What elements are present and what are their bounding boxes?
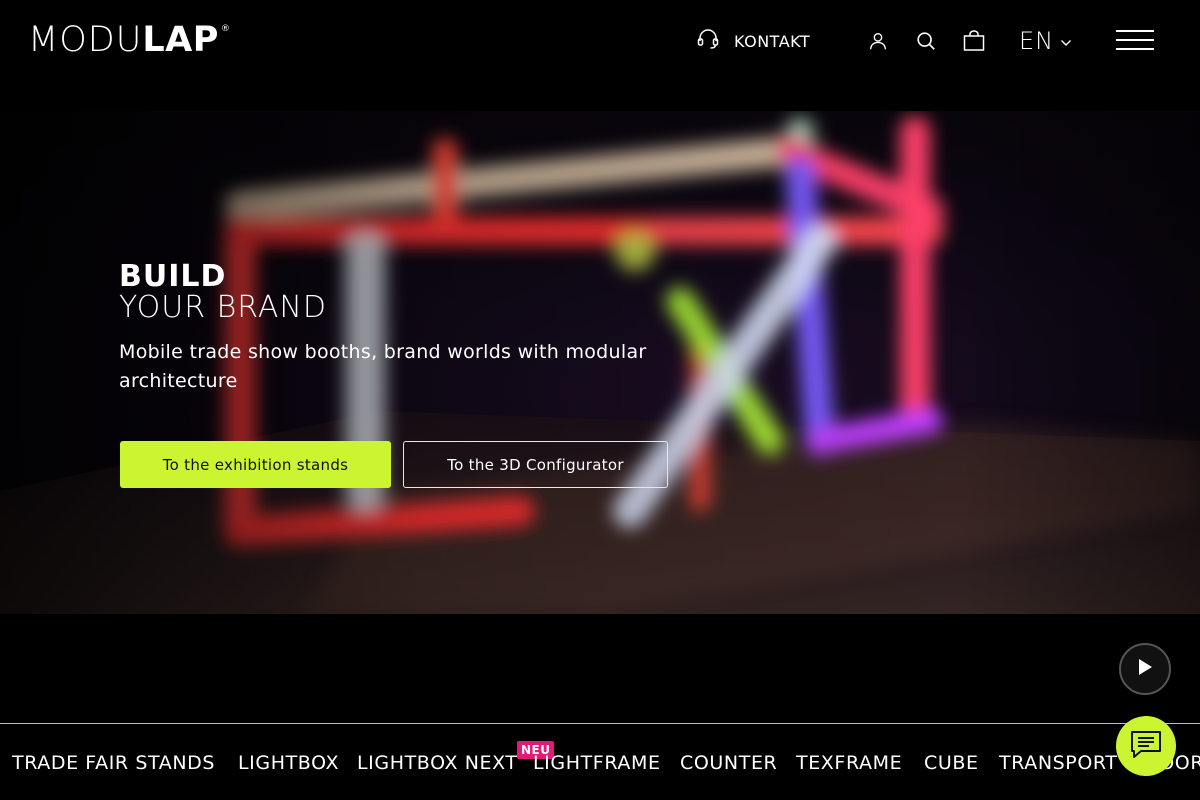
configurator-button[interactable]: To the 3D Configurator: [403, 441, 668, 488]
product-nav: TRADE FAIR STANDS LIGHTBOX LIGHTBOX NEXT…: [0, 724, 1200, 800]
site-header: MODU LAP ® KONTAKT EN: [0, 0, 1200, 82]
nav-item-texframe[interactable]: TEXFRAME: [796, 751, 902, 775]
hamburger-menu-icon[interactable]: [1116, 30, 1154, 52]
hero-title-light: YOUR BRAND: [119, 290, 327, 325]
headset-icon: [696, 27, 720, 55]
exhibition-stands-button[interactable]: To the exhibition stands: [120, 441, 391, 488]
nav-item-trade-fair-stands[interactable]: TRADE FAIR STANDS: [12, 751, 215, 775]
logo-light-text: MODU: [28, 20, 143, 60]
language-selector[interactable]: EN: [1019, 26, 1072, 56]
logo-bold-text: LAP: [142, 20, 219, 60]
hero-text-block: BUILD YOUR BRAND Mobile trade show booth…: [119, 261, 679, 396]
nav-item-counter[interactable]: COUNTER: [680, 751, 777, 775]
cart-icon[interactable]: [961, 28, 987, 54]
contact-link[interactable]: KONTAKT: [696, 28, 810, 54]
nav-item-lightbox-next[interactable]: LIGHTBOX NEXT: [357, 751, 518, 775]
chat-icon: [1129, 728, 1163, 764]
user-icon[interactable]: [865, 28, 891, 54]
hero-banner: BUILD YOUR BRAND Mobile trade show booth…: [0, 111, 1200, 614]
chevron-down-icon: [1060, 32, 1072, 51]
nav-item-lightbox[interactable]: LIGHTBOX: [238, 751, 339, 775]
hero-title-bold: BUILD: [119, 259, 227, 294]
contact-label: KONTAKT: [734, 31, 811, 51]
play-icon: [1137, 658, 1153, 680]
modulap-logo[interactable]: MODU LAP ®: [28, 20, 230, 60]
hero-subtitle: Mobile trade show booths, brand worlds w…: [119, 341, 647, 392]
nav-item-cube[interactable]: CUBE: [924, 751, 979, 775]
search-icon[interactable]: [913, 28, 939, 54]
nav-item-lightframe[interactable]: LIGHTFRAME: [533, 751, 661, 775]
chat-button[interactable]: [1116, 716, 1176, 776]
nav-item-transport[interactable]: TRANSPORT: [999, 751, 1118, 775]
registered-mark: ®: [220, 24, 230, 34]
play-video-button[interactable]: [1119, 643, 1171, 695]
language-label: EN: [1019, 27, 1055, 55]
